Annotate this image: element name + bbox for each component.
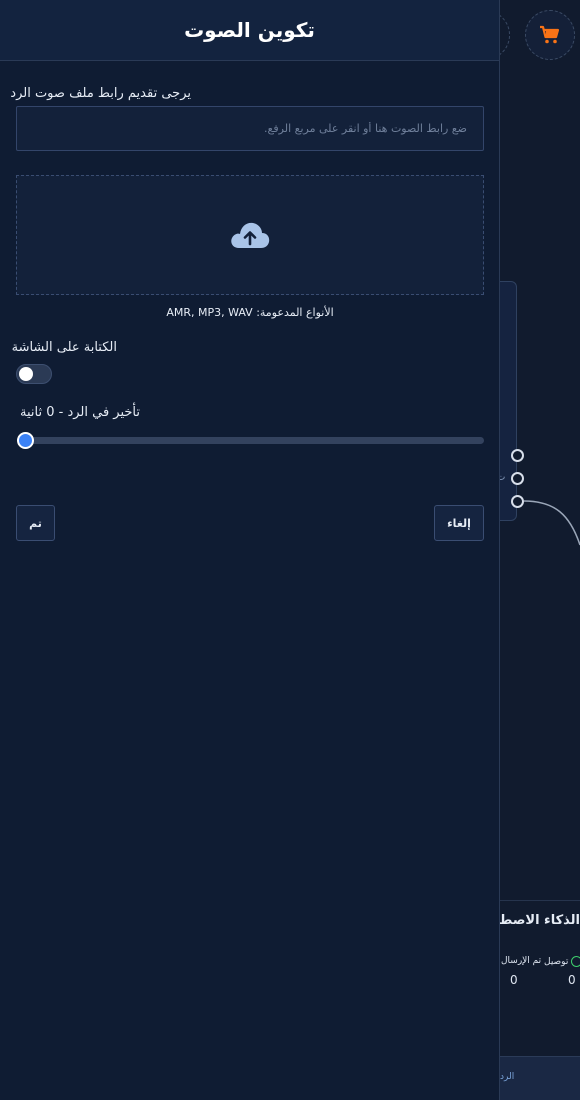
cancel-button[interactable]: إلغاء xyxy=(434,505,484,541)
audio-url-label: يرجى تقديم رابط ملف صوت الرد xyxy=(10,86,191,101)
done-button[interactable]: تم xyxy=(16,505,55,541)
delivered-label: توصيل xyxy=(544,956,580,967)
sent-label: تم الإرسال xyxy=(501,956,542,966)
onscreen-text-label: الكتابة على الشاشة xyxy=(11,340,117,355)
supported-types-text: الأنواع المدعومة: AMR, MP3, WAV xyxy=(166,306,334,319)
voice-config-drawer: تكوين الصوت يرجى تقديم رابط ملف صوت الرد… xyxy=(0,0,500,1100)
onscreen-text-toggle[interactable] xyxy=(16,364,52,384)
toggle-knob xyxy=(19,367,33,381)
audio-url-input[interactable] xyxy=(16,106,484,151)
delay-label: تأخير في الرد - 0 ثانية xyxy=(19,405,140,420)
sent-value: 0 xyxy=(510,973,518,987)
delay-slider-thumb[interactable] xyxy=(16,432,34,449)
bottom-tab-bar: الرد xyxy=(495,1056,580,1100)
app-stage: أ إ ت د الذكاء الاصطناعي تم الإرسال توصي… xyxy=(0,0,580,1100)
delivered-value: 0 xyxy=(568,973,576,987)
stats-panel: الذكاء الاصطناعي تم الإرسال توصيل 0 0 xyxy=(468,900,580,1055)
cloud-upload-icon xyxy=(231,222,270,248)
tab-reply[interactable]: الرد xyxy=(500,1072,514,1082)
delay-slider-track[interactable] xyxy=(20,437,484,444)
drawer-title: تكوين الصوت xyxy=(184,18,315,42)
check-circle-icon xyxy=(571,956,580,967)
upload-dropzone[interactable] xyxy=(16,175,484,295)
drawer-header: تكوين الصوت xyxy=(0,0,499,61)
